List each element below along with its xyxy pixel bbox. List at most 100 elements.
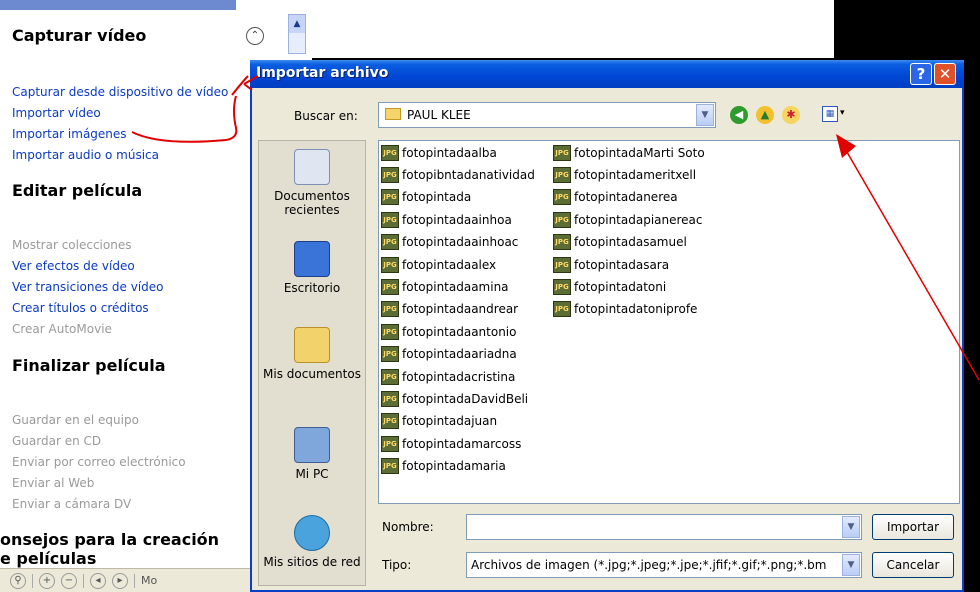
jpg-file-icon: JPG xyxy=(553,278,571,295)
jpg-file-icon: JPG xyxy=(553,211,571,228)
file-item[interactable]: JPG fotopintada xyxy=(381,189,471,206)
close-button[interactable]: ✕ xyxy=(934,63,956,85)
file-item[interactable]: JPG fotopintadaariadna xyxy=(381,346,517,363)
file-name: fotopintadasamuel xyxy=(574,235,687,250)
jpg-file-icon: JPG xyxy=(381,189,399,206)
link-import-audio[interactable]: Importar audio o música xyxy=(12,148,159,162)
file-item[interactable]: JPG fotopintadasamuel xyxy=(553,234,687,251)
file-item[interactable]: JPG fotopintadajuan xyxy=(381,413,497,430)
collapse-chevron-icon[interactable]: ⌃ xyxy=(246,27,264,45)
link-save-computer[interactable]: Guardar en el equipo xyxy=(12,413,139,427)
link-capture-device[interactable]: Capturar desde dispositivo de vídeo xyxy=(12,85,228,99)
play-icon[interactable]: ▸ xyxy=(112,572,128,589)
scroll-up-arrow-icon[interactable]: ▲ xyxy=(289,15,305,33)
chevron-down-icon[interactable]: ▼ xyxy=(696,104,714,126)
place-label: Escritorio xyxy=(283,281,341,295)
file-item[interactable]: JPG fotopintadamarcoss xyxy=(381,435,521,452)
jpg-file-icon: JPG xyxy=(553,166,571,183)
place-network[interactable]: Mis sitios de red xyxy=(259,515,365,569)
file-item[interactable]: JPG fotopintadasara xyxy=(553,256,669,273)
file-item[interactable]: JPG fotopintadatoni xyxy=(553,278,666,295)
back-arrow-icon[interactable]: ◀ xyxy=(730,106,748,124)
link-import-video[interactable]: Importar vídeo xyxy=(12,106,101,120)
file-name: fotopibntadanatividad xyxy=(402,167,535,182)
timeline-label[interactable]: Mo xyxy=(141,574,157,587)
folder-icon xyxy=(385,108,401,120)
jpg-file-icon: JPG xyxy=(553,256,571,273)
dialog-titlebar[interactable]: Importar archivo ? ✕ xyxy=(250,60,964,88)
views-caret-icon[interactable]: ▾ xyxy=(840,108,845,118)
link-video-effects[interactable]: Ver efectos de vídeo xyxy=(12,259,135,273)
link-send-dv[interactable]: Enviar a cámara DV xyxy=(12,497,131,511)
jpg-file-icon: JPG xyxy=(381,390,399,407)
link-import-images[interactable]: Importar imágenes xyxy=(12,127,127,141)
file-name: fotopintadacristina xyxy=(402,369,516,384)
link-send-email[interactable]: Enviar por correo electrónico xyxy=(12,455,186,469)
import-file-dialog: Importar archivo ? ✕ Buscar en: PAUL KLE… xyxy=(250,60,964,592)
pane-scrollbar[interactable]: ▲ xyxy=(288,14,306,54)
cancel-button[interactable]: Cancelar xyxy=(872,552,954,578)
jpg-file-icon: JPG xyxy=(553,144,571,161)
dialog-title: Importar archivo xyxy=(256,65,389,81)
zoom-out-icon[interactable]: − xyxy=(61,572,77,589)
link-automovie[interactable]: Crear AutoMovie xyxy=(12,322,112,336)
new-folder-icon[interactable]: ✱ xyxy=(782,106,800,124)
file-item[interactable]: JPG fotopintadamaria xyxy=(381,458,506,475)
filename-input[interactable]: ▼ xyxy=(466,514,862,540)
file-item[interactable]: JPG fotopintadaamina xyxy=(381,278,509,295)
jpg-file-icon: JPG xyxy=(381,301,399,318)
file-name: fotopintadaDavidBeli xyxy=(402,391,529,406)
link-save-cd[interactable]: Guardar en CD xyxy=(12,434,101,448)
magnifier-icon[interactable]: ⚲ xyxy=(10,572,26,589)
views-menu-icon[interactable]: ▦ xyxy=(822,106,838,122)
lookin-combo[interactable]: PAUL KLEE ▼ xyxy=(378,102,716,128)
link-show-collections[interactable]: Mostrar colecciones xyxy=(12,238,131,252)
file-item[interactable]: JPG fotopintadaainhoa xyxy=(381,211,512,228)
link-send-web[interactable]: Enviar al Web xyxy=(12,476,94,490)
chevron-down-icon[interactable]: ▼ xyxy=(842,554,860,576)
jpg-file-icon: JPG xyxy=(381,166,399,183)
file-name: fotopintadajuan xyxy=(402,414,498,429)
up-folder-icon[interactable]: ▲ xyxy=(756,106,774,124)
help-button[interactable]: ? xyxy=(910,63,932,85)
file-name: fotopintadaainhoac xyxy=(402,235,519,250)
file-item[interactable]: JPG fotopintadaandrear xyxy=(381,301,518,318)
file-item[interactable]: JPG fotopintadacristina xyxy=(381,368,515,385)
file-item[interactable]: JPG fotopintadaMarti Soto xyxy=(553,144,705,161)
chevron-down-icon[interactable]: ▼ xyxy=(842,516,860,538)
file-item[interactable]: JPG fotopintadapianereac xyxy=(553,211,703,228)
file-name: fotopintadatoni xyxy=(574,279,667,294)
toolbar-separator xyxy=(83,573,84,588)
place-my-computer[interactable]: Mi PC xyxy=(259,427,365,481)
file-item[interactable]: JPG fotopibntadanatividad xyxy=(381,166,535,183)
import-button[interactable]: Importar xyxy=(872,514,954,540)
jpg-file-icon: JPG xyxy=(381,144,399,161)
place-recent-documents[interactable]: Documentos recientes xyxy=(259,149,365,217)
file-item[interactable]: JPG fotopintadanerea xyxy=(553,189,678,206)
place-desktop[interactable]: Escritorio xyxy=(259,241,365,295)
link-video-transitions[interactable]: Ver transiciones de vídeo xyxy=(12,280,164,294)
zoom-in-icon[interactable]: + xyxy=(39,572,55,589)
file-item[interactable]: JPG fotopintadatoniprofe xyxy=(553,301,697,318)
jpg-file-icon: JPG xyxy=(381,211,399,228)
file-item[interactable]: JPG fotopintadaantonio xyxy=(381,323,517,340)
file-item[interactable]: JPG fotopintadaalex xyxy=(381,256,496,273)
jpg-file-icon: JPG xyxy=(381,346,399,363)
jpg-file-icon: JPG xyxy=(553,189,571,206)
link-titles-credits[interactable]: Crear títulos o créditos xyxy=(12,301,149,315)
file-item[interactable]: JPG fotopintadaalba xyxy=(381,144,497,161)
file-item[interactable]: JPG fotopintadaainhoac xyxy=(381,234,518,251)
toolbar-separator xyxy=(32,573,33,588)
filetype-select[interactable]: Archivos de imagen (*.jpg;*.jpeg;*.jpe;*… xyxy=(466,552,862,578)
file-list[interactable]: JPG fotopintadaalba JPG fotopibntadanativid… xyxy=(378,140,960,504)
file-name: fotopintadaamina xyxy=(402,279,509,294)
rewind-icon[interactable]: ◂ xyxy=(90,572,106,589)
place-my-documents[interactable]: Mis documentos xyxy=(259,327,365,381)
file-name: fotopintadaMarti Soto xyxy=(574,145,705,160)
file-item[interactable]: JPG fotopintadameritxell xyxy=(553,166,696,183)
file-name: fotopintadaainhoa xyxy=(402,212,512,227)
tips-section-title-line1: onsejos para la creación xyxy=(0,530,220,549)
file-name: fotopintadanerea xyxy=(574,190,678,205)
jpg-file-icon: JPG xyxy=(381,413,399,430)
file-item[interactable]: JPG fotopintadaDavidBeli xyxy=(381,390,528,407)
